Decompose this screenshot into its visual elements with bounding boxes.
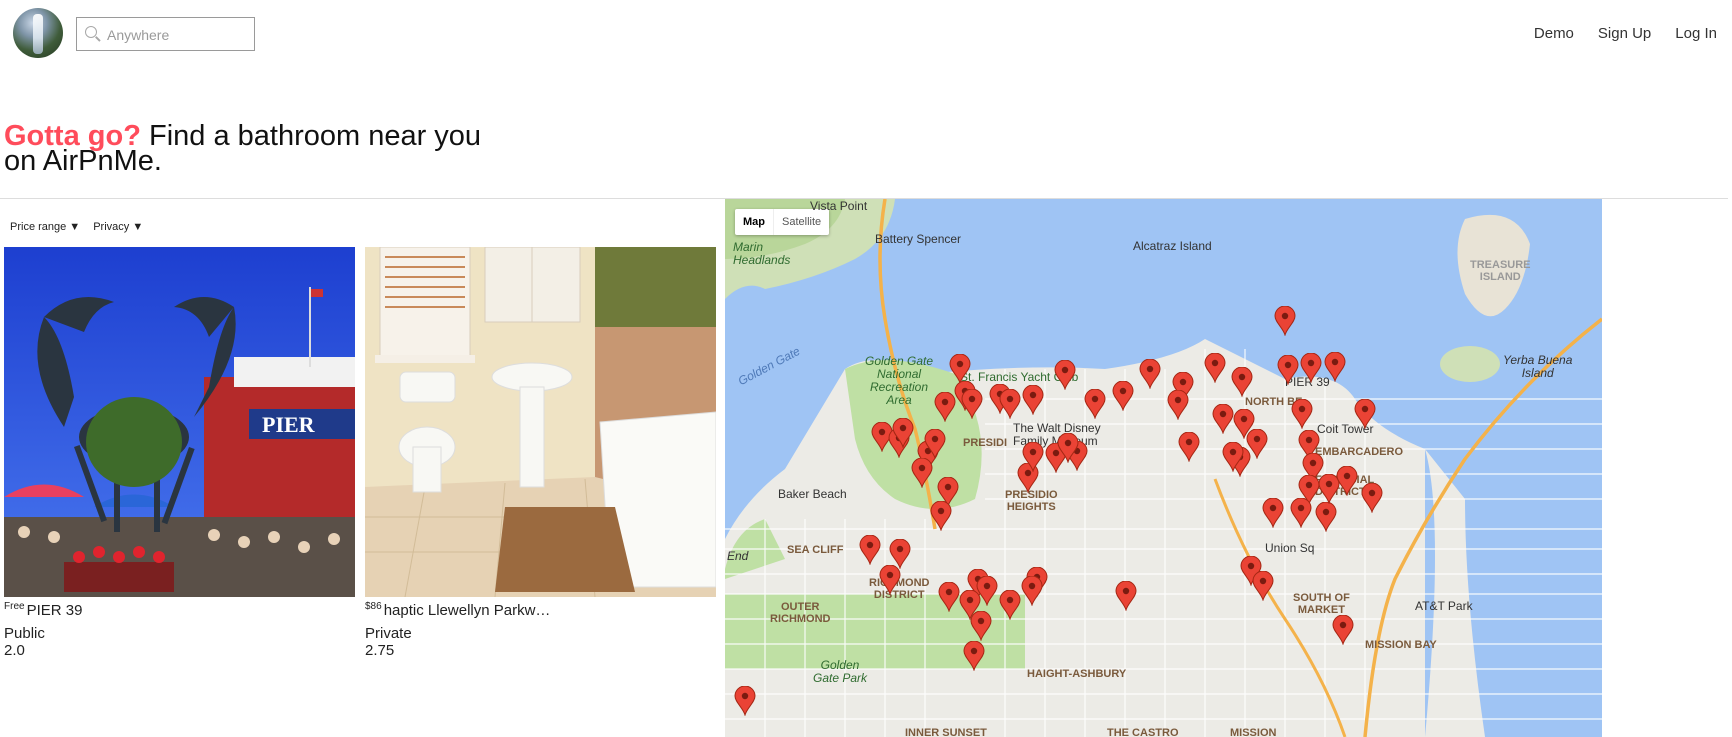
map-pin[interactable] — [859, 535, 881, 565]
map-pin[interactable] — [1332, 615, 1354, 645]
map-label: OUTER RICHMOND — [770, 601, 831, 625]
map-pin[interactable] — [1167, 390, 1189, 420]
map-pin[interactable] — [911, 458, 933, 488]
map-pin[interactable] — [1290, 498, 1312, 528]
map-pin[interactable] — [934, 392, 956, 422]
map-pin[interactable] — [1112, 381, 1134, 411]
map-label: Vista Point — [810, 199, 868, 213]
map-label: TREASURE ISLAND — [1470, 259, 1531, 283]
map-pin[interactable] — [938, 582, 960, 612]
map-label: Alcatraz Island — [1133, 239, 1212, 253]
map-pin[interactable] — [1252, 571, 1274, 601]
map-label: HAIGHT-ASHBURY — [1027, 668, 1127, 680]
privacy-filter[interactable]: Privacy ▼ — [93, 221, 143, 233]
listing-card[interactable]: $86 haptic Llewellyn Parkw… Private 2.75 — [365, 247, 716, 659]
map-pin[interactable] — [1084, 389, 1106, 419]
listing-rating: 2.75 — [365, 642, 395, 659]
map-pin[interactable] — [924, 429, 946, 459]
listing-photo[interactable]: PIER — [4, 247, 355, 597]
nav-login-link[interactable]: Log In — [1675, 25, 1717, 42]
top-header: Demo Sign Up Log In — [0, 0, 1732, 70]
hero-line1: Find a bathroom near you — [140, 120, 482, 152]
map-pin[interactable] — [1262, 498, 1284, 528]
map-type-map[interactable]: Map — [735, 209, 773, 235]
map-pin[interactable] — [1315, 502, 1337, 532]
map-label: EMBARCADERO — [1315, 446, 1403, 458]
map-label: MISSION BAY — [1365, 639, 1437, 651]
listing-card[interactable]: PIER Free PIER 39 Public 2.0 — [4, 247, 355, 659]
map-label: Yerba Buena Island — [1503, 353, 1573, 380]
map-label: Union Sq — [1265, 541, 1315, 555]
map-pin[interactable] — [930, 501, 952, 531]
listing-price: $86 — [365, 601, 382, 612]
map-pin[interactable] — [1222, 442, 1244, 472]
map-pin[interactable] — [963, 641, 985, 671]
map-pin[interactable] — [734, 686, 756, 716]
hero-line2: on AirPnMe. — [4, 145, 162, 177]
map-pin[interactable] — [1054, 360, 1076, 390]
map-label: SOUTH OF MARKET — [1293, 592, 1350, 616]
map-pin[interactable] — [879, 565, 901, 595]
svg-text:PIER: PIER — [262, 412, 316, 437]
map-label: INNER SUNSET — [905, 727, 987, 737]
user-avatar[interactable] — [13, 8, 63, 58]
price-range-filter[interactable]: Price range ▼ — [10, 221, 80, 233]
listing-photo[interactable] — [365, 247, 716, 597]
map-label: Baker Beach — [778, 487, 847, 501]
hero-heading: Gotta go? Find a bathroom near you on Ai… — [4, 122, 481, 177]
map-pin[interactable] — [1057, 433, 1079, 463]
map-pin[interactable] — [1022, 385, 1044, 415]
map-label: THE CASTRO — [1107, 727, 1179, 737]
listing-price: Free — [4, 601, 25, 612]
map-pin[interactable] — [999, 389, 1021, 419]
map-pin[interactable] — [1361, 483, 1383, 513]
map-pin[interactable] — [1021, 576, 1043, 606]
map-label: Golden Gate National Recreation Area — [865, 354, 934, 407]
map-label: PRESIDI — [963, 437, 1008, 449]
map-pin[interactable] — [1178, 432, 1200, 462]
map-label: End — [727, 549, 749, 563]
map-pin[interactable] — [1336, 466, 1358, 496]
map-label: Marin Headlands — [733, 240, 791, 267]
search-box[interactable] — [76, 17, 255, 51]
map-pin[interactable] — [1324, 352, 1346, 382]
map-label: AT&T Park — [1415, 599, 1473, 613]
map-pin[interactable] — [1277, 355, 1299, 385]
listing-name[interactable]: PIER 39 — [27, 602, 83, 619]
map-pin[interactable] — [1354, 399, 1376, 429]
top-nav: Demo Sign Up Log In — [1534, 25, 1717, 42]
map-label: Golden Gate Park — [813, 658, 868, 685]
search-input[interactable] — [107, 24, 247, 46]
listing-privacy: Public — [4, 625, 45, 642]
nav-demo-link[interactable]: Demo — [1534, 25, 1574, 42]
map-label: MISSION — [1230, 727, 1277, 737]
map-pin[interactable] — [1291, 399, 1313, 429]
map-pin[interactable] — [1212, 404, 1234, 434]
listing-name[interactable]: haptic Llewellyn Parkw… — [384, 602, 551, 619]
filter-bar: Price range ▼ Privacy ▼ — [10, 221, 143, 233]
map-pin[interactable] — [961, 389, 983, 419]
map-pin[interactable] — [949, 354, 971, 384]
map-pin[interactable] — [970, 611, 992, 641]
map-pin[interactable] — [1115, 581, 1137, 611]
map-label: SEA CLIFF — [787, 544, 844, 556]
search-icon — [85, 26, 97, 38]
map-pin[interactable] — [1231, 367, 1253, 397]
nav-signup-link[interactable]: Sign Up — [1598, 25, 1651, 42]
map-pin[interactable] — [892, 418, 914, 448]
listing-rating: 2.0 — [4, 642, 25, 659]
map-view[interactable]: Map Satellite Vista Point Battery Spence… — [725, 199, 1602, 737]
map-pin[interactable] — [1274, 306, 1296, 336]
map-pin[interactable] — [1204, 353, 1226, 383]
map-pin[interactable] — [1300, 353, 1322, 383]
listing-privacy: Private — [365, 625, 412, 642]
map-pin[interactable] — [999, 590, 1021, 620]
map-label: Battery Spencer — [875, 232, 962, 246]
map-pin[interactable] — [1022, 442, 1044, 472]
map-pin[interactable] — [1139, 359, 1161, 389]
